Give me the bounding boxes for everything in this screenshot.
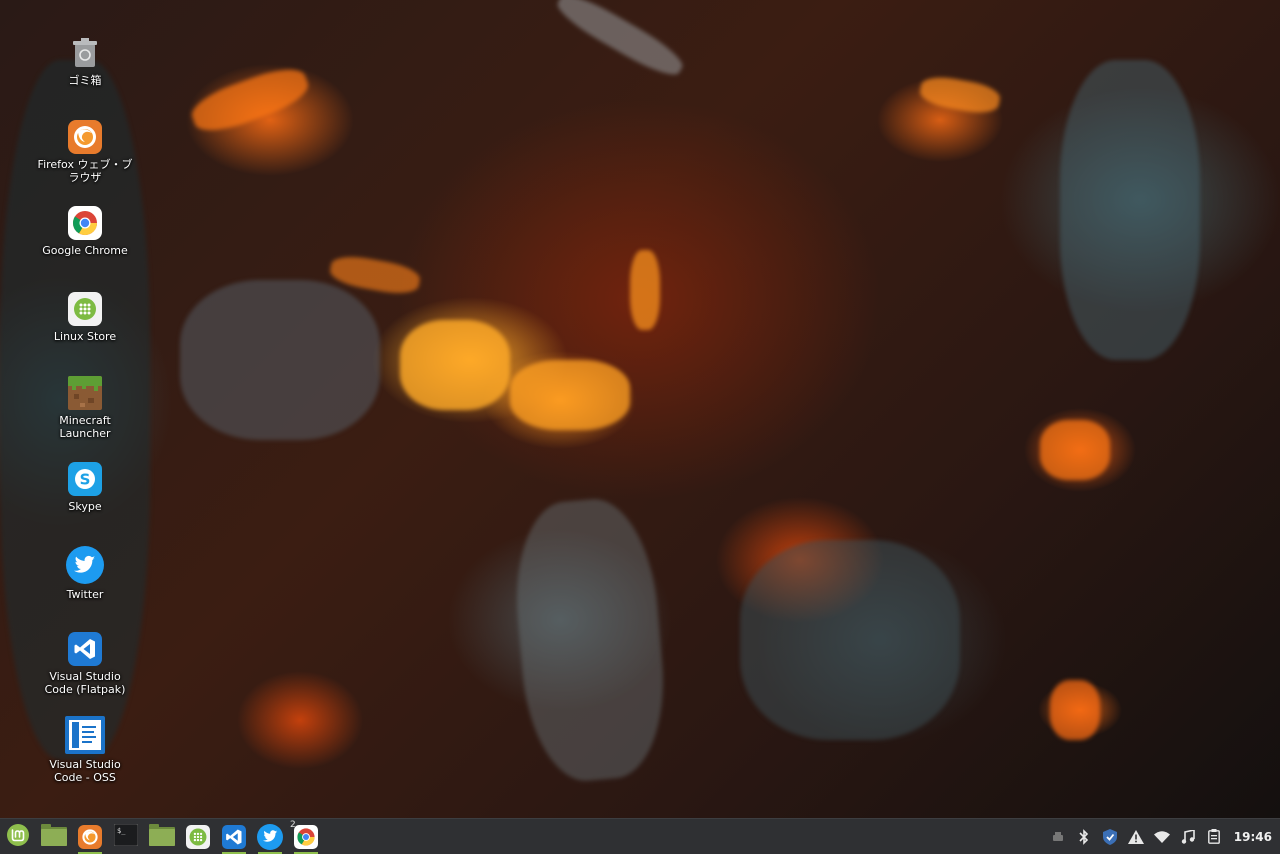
desktop-folder-icon [41,823,67,850]
taskbar-firefox[interactable] [72,819,108,854]
desktop-icon-minecraft-launcher[interactable]: Minecraft Launcher [37,376,133,440]
bluetooth-icon[interactable] [1076,828,1092,845]
desktop-icon-skype[interactable]: S Skype [37,462,133,513]
desktop-icon-label: Twitter [66,588,104,601]
twitter-icon [66,546,104,584]
desktop-icon-label: Google Chrome [42,244,128,257]
taskbar-show-desktop[interactable] [36,819,72,854]
desktop-icon-trash[interactable]: ゴミ箱 [37,36,133,87]
desktop-icon-visual-studio-code-flatpak[interactable]: Visual Studio Code (Flatpak) [37,632,133,696]
clock[interactable]: 19:46 [1234,830,1272,844]
taskbar-files[interactable] [144,819,180,854]
twitter-icon [257,823,283,850]
skype-icon: S [68,462,102,496]
vscode-icon [222,824,246,849]
shield-icon[interactable] [1102,828,1118,845]
linux-store-icon [68,292,102,326]
desktop-icon-firefox[interactable]: Firefox ウェブ・ブラウザ [37,120,133,184]
folder-icon [149,823,175,850]
taskbar-terminal[interactable]: $_ [108,819,144,854]
desktop-icon-label: Minecraft Launcher [59,414,111,440]
desktop-icon-label: Skype [68,500,102,513]
taskbar-twitter[interactable] [252,819,288,854]
taskbar: $_ 2 19:46 [0,818,1280,854]
firefox-icon [78,824,102,849]
desktop-icon-label: Visual Studio Code - OSS [49,758,121,784]
system-tray: 19:46 [1050,819,1272,854]
vscode-oss-icon [65,716,105,754]
warning-icon[interactable] [1127,829,1144,845]
desktop-icon-label: Visual Studio Code (Flatpak) [44,670,126,696]
taskbar-linux-store[interactable] [180,819,216,854]
desktop-wallpaper [0,0,1280,818]
usb-icon[interactable] [1050,829,1066,845]
svg-text:$_: $_ [117,827,126,835]
svg-text:S: S [80,471,91,489]
taskbar-vscode[interactable] [216,819,252,854]
window-count-badge: 2 [290,820,296,830]
desktop-icon-visual-studio-code-oss[interactable]: Visual Studio Code - OSS [37,716,133,784]
desktop-icon-twitter[interactable]: Twitter [37,546,133,601]
mint-menu-button[interactable] [0,819,36,854]
wifi-icon[interactable] [1153,829,1170,845]
desktop-icon-label: ゴミ箱 [68,74,102,87]
chrome-icon [68,206,102,240]
taskbar-chrome[interactable]: 2 [288,819,324,854]
desktop-icon-label: Firefox ウェブ・ブラウザ [37,158,133,184]
clipboard-icon[interactable] [1206,829,1222,845]
desktop-icon-linux-store[interactable]: Linux Store [37,292,133,343]
trash-icon [68,36,102,70]
desktop-icon-google-chrome[interactable]: Google Chrome [37,206,133,257]
terminal-icon: $_ [113,823,139,850]
music-icon[interactable] [1180,829,1196,845]
desktop-icon-label: Linux Store [53,330,117,343]
minecraft-icon [68,376,102,410]
firefox-icon [68,120,102,154]
chrome-icon [294,824,318,849]
linux-store-icon [186,824,210,849]
linux-mint-logo-icon [6,823,30,851]
vscode-icon [68,632,102,666]
